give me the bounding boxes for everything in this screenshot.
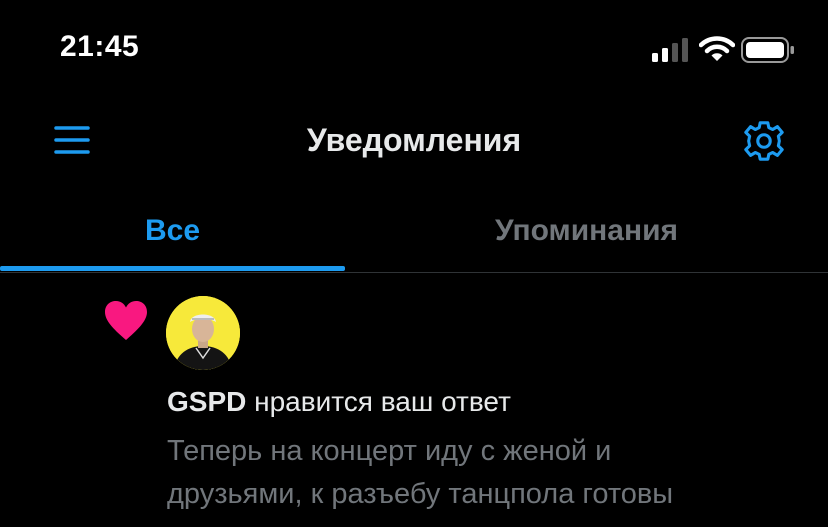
- avatar[interactable]: [166, 296, 240, 370]
- tab-mentions[interactable]: Упоминания: [414, 190, 759, 272]
- cellular-signal-icon: [652, 38, 688, 62]
- heart-icon: [105, 301, 147, 340]
- status-time: 21:45: [60, 30, 140, 63]
- tab-all[interactable]: Все: [0, 190, 345, 272]
- notification-item[interactable]: GSPD нравится ваш ответ Теперь на концер…: [0, 280, 828, 527]
- page-title: Уведомления: [306, 122, 522, 158]
- notification-tabs: Все Упоминания: [0, 190, 828, 273]
- user-photo: [166, 296, 240, 370]
- nav-bar: Уведомления: [0, 100, 828, 180]
- status-bar: 21:45: [0, 0, 828, 100]
- reply-preview-line: друзьями, к разъебу танцпола готовы: [167, 478, 674, 510]
- reply-preview: Теперь на концерт иду с женой и друзьями…: [167, 430, 787, 516]
- gear-icon[interactable]: [740, 118, 788, 164]
- username-link[interactable]: GSPD: [167, 386, 246, 417]
- reply-preview-line: Теперь на концерт иду с женой и: [167, 435, 612, 467]
- battery-icon: [741, 37, 794, 63]
- notification-action: нравится ваш ответ: [246, 386, 511, 417]
- wifi-icon: [699, 36, 735, 61]
- notification-text: GSPD нравится ваш ответ: [167, 386, 511, 418]
- active-tab-indicator: [0, 266, 345, 271]
